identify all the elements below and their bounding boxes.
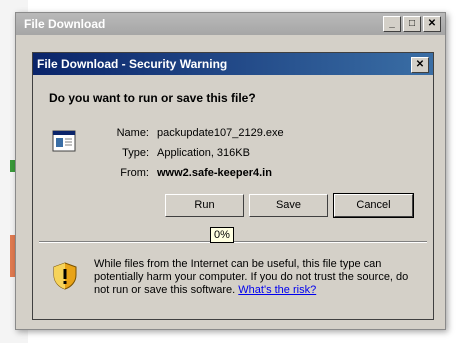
minimize-button[interactable]: _: [383, 16, 401, 32]
file-application-icon: [52, 130, 76, 152]
run-button[interactable]: Run: [165, 194, 244, 217]
file-type-row: Type: Application, 316KB: [113, 143, 284, 163]
save-button[interactable]: Save: [249, 194, 328, 217]
from-label: From:: [120, 167, 149, 179]
cancel-button[interactable]: Cancel: [333, 193, 414, 218]
dialog-close-button[interactable]: ✕: [411, 57, 429, 73]
file-info: Name: packupdate107_2129.exe Type: Appli…: [113, 123, 284, 183]
maximize-button[interactable]: □: [403, 16, 421, 32]
outer-window-title: File Download: [24, 17, 106, 31]
file-name-row: Name: packupdate107_2129.exe: [113, 123, 284, 143]
name-label: Name:: [116, 127, 149, 139]
progress-tooltip: 0%: [210, 227, 234, 243]
file-name: packupdate107_2129.exe: [157, 127, 284, 139]
dialog-question: Do you want to run or save this file?: [49, 91, 256, 105]
whats-the-risk-link[interactable]: What's the risk?: [238, 284, 316, 296]
outer-title-bar: File Download _ □ ✕: [16, 13, 445, 35]
security-shield-icon: [53, 262, 77, 290]
close-window-button[interactable]: ✕: [423, 16, 441, 32]
dialog-title-bar: File Download - Security Warning ✕: [33, 53, 433, 75]
file-type: Application, 316KB: [157, 147, 250, 159]
security-warning-dialog: File Download - Security Warning ✕ Do yo…: [32, 52, 434, 320]
file-source: www2.safe-keeper4.in: [157, 167, 272, 179]
dialog-title: File Download - Security Warning: [37, 57, 228, 71]
file-from-row: From: www2.safe-keeper4.in: [113, 163, 284, 183]
type-label: Type:: [122, 147, 149, 159]
security-warning-text: While files from the Internet can be use…: [94, 258, 424, 297]
